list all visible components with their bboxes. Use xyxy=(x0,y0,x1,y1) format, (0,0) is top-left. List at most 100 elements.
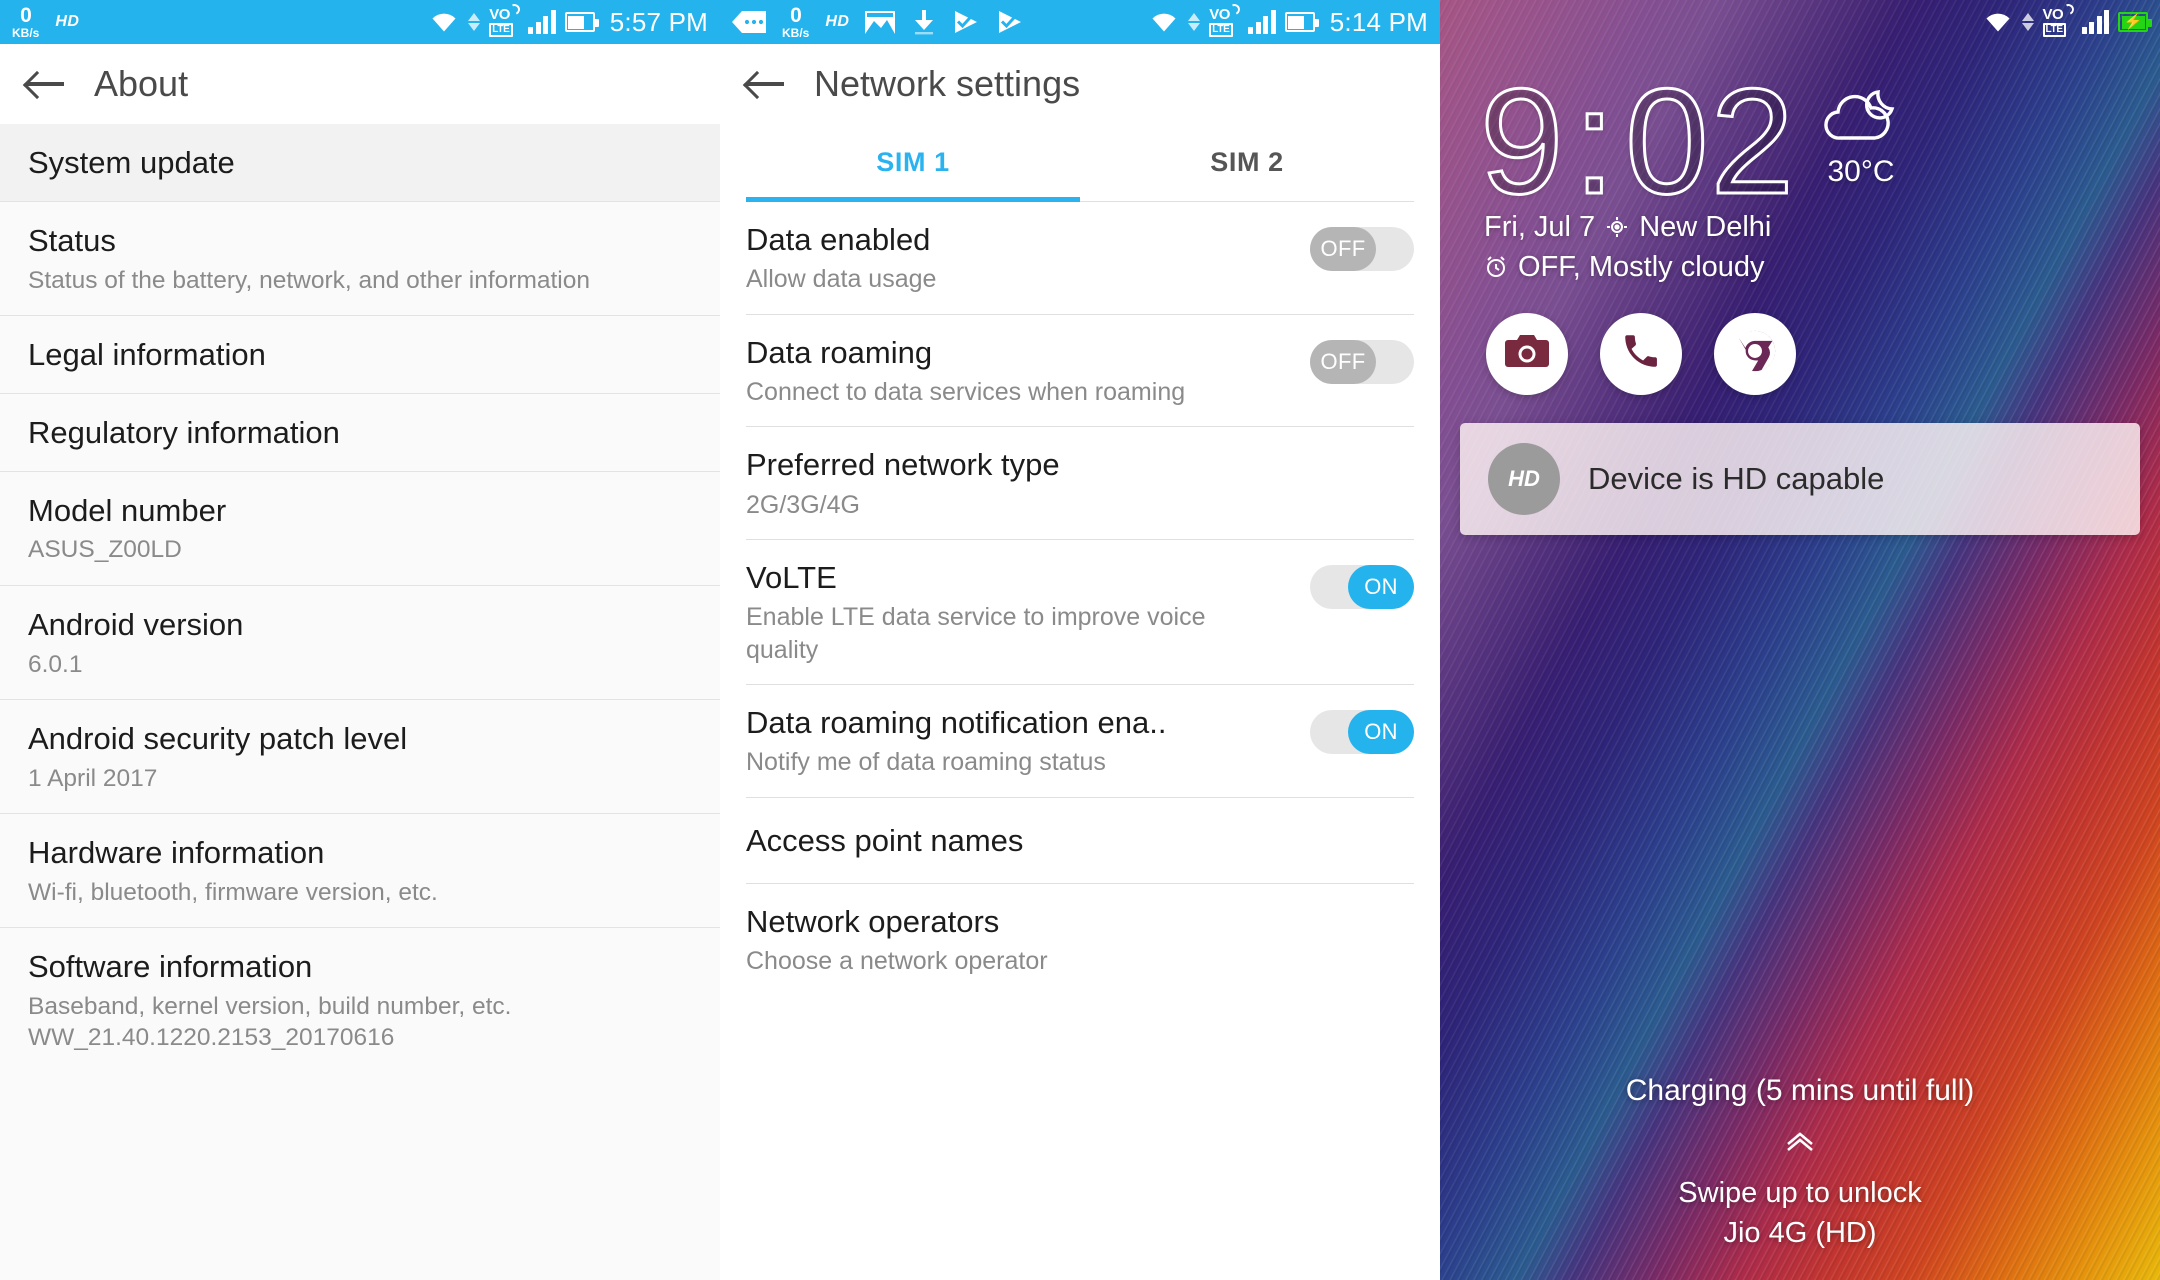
list-item-title: Legal information xyxy=(28,336,266,372)
list-item-software-information[interactable]: Software information Baseband, kernel ve… xyxy=(0,928,720,1073)
lock-status-bar: VO LTE ⚡ xyxy=(1440,0,2160,44)
clock-separator: : xyxy=(1572,57,1618,225)
list-item-android-security-patch-level[interactable]: Android security patch level 1 April 201… xyxy=(0,700,720,815)
list-item-subtitle: 1 April 2017 xyxy=(28,764,158,792)
setting-row-preferred-network-type[interactable]: Preferred network type 2G/3G/4G xyxy=(746,427,1414,541)
swipe-hint-text: Swipe up to unlock xyxy=(1678,1176,1922,1209)
swipe-up-chevron-icon[interactable] xyxy=(1440,1130,2160,1159)
data-rate-indicator: 0 KB/s xyxy=(782,5,809,39)
notification-card[interactable]: HD Device is HD capable xyxy=(1460,422,2140,535)
toggle-volte[interactable]: ON xyxy=(1310,565,1414,610)
list-item-title: Hardware information xyxy=(28,835,325,871)
data-rate-unit: KB/s xyxy=(782,26,810,40)
network-app-bar: Network settings xyxy=(720,44,1440,124)
setting-row-network-operators[interactable]: Network operators Choose a network opera… xyxy=(746,884,1414,996)
list-item-title: Status xyxy=(28,222,116,258)
toggle-label: ON xyxy=(1348,565,1414,610)
lock-date: Fri, Jul 7 xyxy=(1484,210,1596,243)
alarm-weather-line: OFF, Mostly cloudy xyxy=(1484,247,2116,287)
list-item-regulatory-information[interactable]: Regulatory information xyxy=(0,394,720,472)
list-item-subtitle: Baseband, kernel version, build number, … xyxy=(28,993,512,1052)
setting-row-data-roaming-notification[interactable]: Data roaming notification ena.. Notify m… xyxy=(746,685,1414,798)
data-transfer-arrows-icon xyxy=(468,13,481,31)
lock-meta-info: Fri, Jul 7 New Delhi OFF, Mostly cloudy xyxy=(1440,207,2160,287)
network-settings-list: Data enabled Allow data usage OFF Data r… xyxy=(720,202,1440,996)
about-settings-panel: 0 KB/s HD VO LTE 5:57 PM About System up… xyxy=(0,0,720,1280)
setting-subtitle: Choose a network operator xyxy=(746,947,1048,976)
setting-title: Data enabled xyxy=(746,222,931,257)
setting-subtitle: Connect to data services when roaming xyxy=(746,377,1186,406)
camera-icon xyxy=(1504,331,1550,376)
lock-clock: 9 : 02 xyxy=(1478,57,1796,225)
status-bar-clock: 5:14 PM xyxy=(1329,6,1428,37)
setting-title: VoLTE xyxy=(746,560,837,596)
weather-widget[interactable]: 30°C xyxy=(1818,86,1904,189)
back-arrow-icon[interactable] xyxy=(26,68,64,100)
list-item-android-version[interactable]: Android version 6.0.1 xyxy=(0,586,720,700)
setting-title: Access point names xyxy=(746,823,1024,859)
setting-subtitle: 2G/3G/4G xyxy=(746,490,860,519)
list-item-system-update[interactable]: System update xyxy=(0,124,720,202)
camera-shortcut[interactable] xyxy=(1486,312,1568,395)
battery-charging-icon: ⚡ xyxy=(2118,12,2152,32)
charging-status-text: Charging (5 mins until full) xyxy=(1625,1073,1975,1107)
lock-location: New Delhi xyxy=(1639,210,1772,243)
list-item-subtitle: 6.0.1 xyxy=(28,650,83,678)
tab-sim-2[interactable]: SIM 2 xyxy=(1080,124,1414,201)
status-bar-clock: 5:57 PM xyxy=(609,6,708,37)
phone-shortcut[interactable] xyxy=(1600,312,1682,395)
image-icon xyxy=(865,10,896,34)
lock-bottom-area: Charging (5 mins until full) Swipe up to… xyxy=(1440,1074,2160,1254)
signal-bars-icon xyxy=(2081,10,2109,34)
chrome-shortcut[interactable] xyxy=(1714,312,1796,395)
setting-row-data-roaming[interactable]: Data roaming Connect to data services wh… xyxy=(746,315,1414,428)
list-item-legal-information[interactable]: Legal information xyxy=(0,316,720,394)
battery-icon xyxy=(1284,12,1319,32)
list-item-subtitle: Wi-fi, bluetooth, firmware version, etc. xyxy=(28,878,438,906)
toggle-data-roaming[interactable]: OFF xyxy=(1310,339,1414,384)
setting-row-access-point-names[interactable]: Access point names xyxy=(746,798,1414,884)
network-status-bar: 0 KB/s HD VO LTE 5:14 PM xyxy=(720,0,1440,44)
list-item-status[interactable]: Status Status of the battery, network, a… xyxy=(0,202,720,316)
lock-shortcuts xyxy=(1440,312,2160,395)
list-item-title: Android version xyxy=(28,606,244,642)
list-item-model-number[interactable]: Model number ASUS_Z00LD xyxy=(0,472,720,586)
wifi-icon xyxy=(1983,10,2013,34)
toggle-label: OFF xyxy=(1310,227,1376,271)
list-item-title: Regulatory information xyxy=(28,414,340,450)
list-item-subtitle: ASUS_Z00LD xyxy=(28,536,182,564)
list-item-title: System update xyxy=(28,145,235,180)
data-transfer-arrows-icon xyxy=(1188,13,1201,31)
list-item-hardware-information[interactable]: Hardware information Wi-fi, bluetooth, f… xyxy=(0,814,720,929)
toggle-label: ON xyxy=(1348,710,1414,755)
setting-subtitle: Notify me of data roaming status xyxy=(746,748,1106,777)
list-item-title: Model number xyxy=(28,492,227,528)
setting-title: Preferred network type xyxy=(746,447,1060,483)
notification-avatar: HD xyxy=(1488,442,1560,515)
data-rate-value: 0 xyxy=(790,4,802,27)
about-settings-list: System update Status Status of the batte… xyxy=(0,124,720,1073)
carrier-name-text: Jio 4G (HD) xyxy=(1723,1217,1877,1250)
setting-title: Data roaming xyxy=(746,334,933,370)
toggle-data-enabled[interactable]: OFF xyxy=(1310,227,1414,271)
hd-badge-icon: HD xyxy=(825,13,850,30)
lock-screen-panel: VO LTE ⚡ 9 : 02 30°C Fri, Jul 7 New Delh… xyxy=(1440,0,2160,1280)
lock-clock-widget[interactable]: 9 : 02 30°C xyxy=(1440,57,2160,225)
tab-sim-1[interactable]: SIM 1 xyxy=(746,124,1080,201)
page-title: About xyxy=(94,63,189,104)
toggle-label: OFF xyxy=(1310,339,1376,384)
toggle-data-roaming-notification[interactable]: ON xyxy=(1310,710,1414,755)
volte-icon: VO LTE xyxy=(1209,2,1242,37)
back-arrow-icon[interactable] xyxy=(746,68,784,100)
hd-badge-icon: HD xyxy=(55,13,80,30)
chrome-icon xyxy=(1733,329,1777,378)
setting-row-data-enabled[interactable]: Data enabled Allow data usage OFF xyxy=(746,202,1414,315)
data-rate-value: 0 xyxy=(20,4,32,27)
data-rate-indicator: 0 KB/s xyxy=(12,5,39,39)
setting-subtitle: Enable LTE data service to improve voice… xyxy=(746,603,1206,664)
alarm-clock-icon xyxy=(1484,254,1508,279)
setting-title: Data roaming notification ena.. xyxy=(746,705,1167,741)
setting-row-volte[interactable]: VoLTE Enable LTE data service to improve… xyxy=(746,540,1414,686)
playstore-check-icon xyxy=(953,10,981,34)
active-tab-indicator xyxy=(746,197,1080,202)
